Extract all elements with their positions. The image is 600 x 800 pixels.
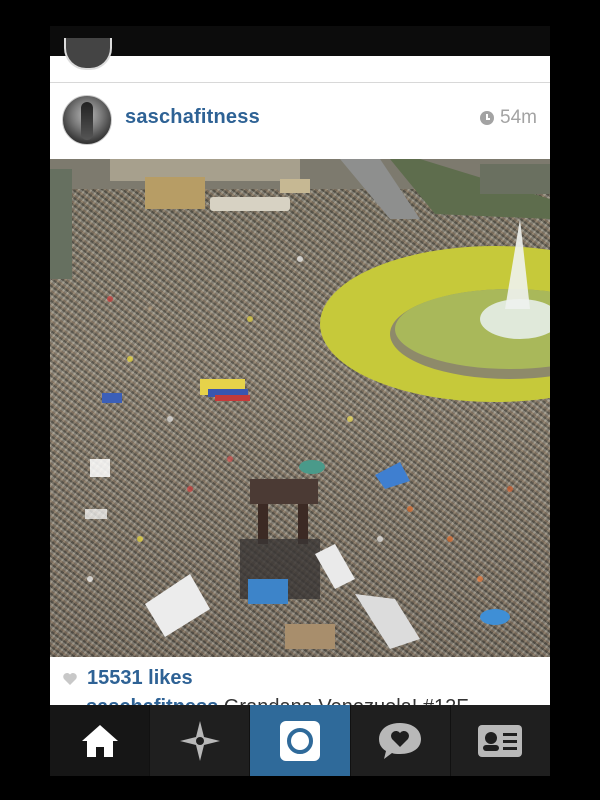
crowd-scene (50, 159, 550, 649)
tab-activity[interactable] (349, 705, 450, 776)
status-bar (50, 26, 550, 56)
heart-icon[interactable] (62, 671, 78, 687)
clock-icon (480, 111, 495, 125)
tab-home[interactable] (50, 705, 150, 776)
user-avatar[interactable] (62, 95, 112, 145)
previous-post-avatar[interactable] (64, 38, 112, 70)
app-screen: saschafitness 54m 15531 likes saschafitn… (50, 26, 550, 776)
profile-card-icon (478, 724, 523, 757)
tab-camera[interactable] (249, 705, 350, 776)
camera-icon (280, 720, 320, 761)
home-icon (81, 724, 118, 757)
post-timestamp: 54m (480, 107, 537, 129)
post-photo[interactable] (50, 159, 550, 657)
explore-star-icon (179, 720, 220, 761)
bottom-tab-bar (50, 705, 550, 776)
avatar-figure (81, 102, 93, 140)
post-username[interactable]: saschafitness (125, 106, 260, 129)
previous-post-edge (50, 38, 550, 83)
likes-row: 15531 likes (50, 664, 550, 694)
speech-heart-icon (379, 722, 422, 759)
tab-profile[interactable] (449, 705, 550, 776)
time-ago-label: 54m (500, 107, 537, 128)
tab-explore[interactable] (149, 705, 249, 776)
post-header: saschafitness 54m (50, 83, 550, 159)
likes-count[interactable]: 15531 likes (87, 667, 193, 690)
